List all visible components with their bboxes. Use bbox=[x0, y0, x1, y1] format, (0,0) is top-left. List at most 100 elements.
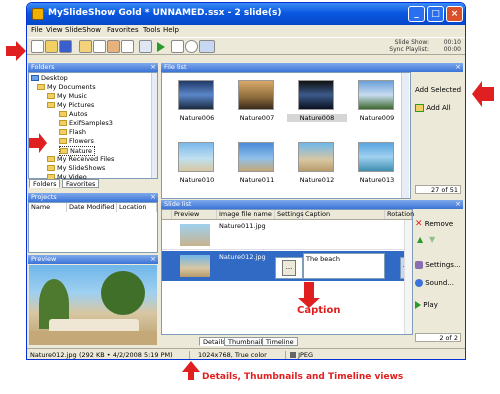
tree-item-my-documents[interactable]: My Documents bbox=[37, 83, 96, 91]
settings-icon bbox=[415, 261, 423, 269]
move-down-icon[interactable]: ▼ bbox=[429, 235, 435, 244]
thumbnail-image bbox=[178, 142, 214, 172]
thumbnail-label: Nature006 bbox=[179, 114, 215, 122]
sound-button[interactable]: Sound... bbox=[415, 279, 454, 287]
file-list-close-icon[interactable]: × bbox=[455, 63, 461, 72]
file-thumbnail[interactable]: Nature009 bbox=[347, 78, 405, 130]
slide-settings-button[interactable]: ... bbox=[282, 260, 296, 276]
file-thumbnail[interactable]: Nature006 bbox=[167, 78, 225, 130]
slide-settings-action[interactable]: Settings... bbox=[415, 261, 461, 269]
add-selected-button[interactable]: Add Selected bbox=[415, 86, 461, 94]
menu-help[interactable]: Help bbox=[163, 26, 179, 34]
file-thumbnail[interactable]: Nature008 bbox=[287, 78, 347, 130]
tree-item-flash[interactable]: Flash bbox=[59, 128, 86, 136]
open-folder-icon bbox=[60, 148, 68, 154]
file-thumbnail[interactable]: Nature007 bbox=[227, 78, 285, 130]
slide-counter: 2 of 2 bbox=[415, 333, 461, 342]
maximize-button[interactable]: □ bbox=[427, 6, 444, 22]
views-annotation: Details, Thumbnails and Timeline views bbox=[202, 372, 404, 382]
tree-item-my-pictures[interactable]: My Pictures bbox=[47, 101, 94, 109]
tree-item-my-music[interactable]: My Music bbox=[47, 92, 87, 100]
preview-close-icon[interactable]: × bbox=[150, 255, 156, 264]
folder-icon bbox=[59, 120, 67, 126]
play-icon[interactable] bbox=[157, 42, 165, 52]
tree-item-flowers[interactable]: Flowers bbox=[59, 137, 94, 145]
preview-panel: Preview × bbox=[28, 255, 158, 345]
caption-input[interactable]: The beach bbox=[303, 253, 385, 279]
slide-thumbnail bbox=[180, 224, 210, 246]
status-bar: Nature012.jpg (292 KB • 4/2/2008 5:19 PM… bbox=[27, 348, 465, 359]
add-all-button[interactable]: Add All bbox=[415, 104, 451, 112]
sound-icon bbox=[415, 279, 423, 287]
thumbnail-label: Nature011 bbox=[239, 176, 275, 184]
view-layout-icon[interactable] bbox=[199, 40, 215, 53]
status-format: JPEG bbox=[285, 351, 313, 359]
add-all-icon bbox=[415, 104, 424, 112]
timer-icon[interactable] bbox=[185, 40, 198, 53]
tree-item-my-received-files[interactable]: My Received Files bbox=[47, 155, 114, 163]
remove-button[interactable]: ✕ Remove bbox=[415, 219, 453, 229]
slide-col-caption[interactable]: Caption bbox=[303, 210, 385, 219]
slideshow-duration-value: 00:10 bbox=[443, 39, 461, 46]
properties-icon[interactable] bbox=[121, 40, 134, 53]
slide-list-scrollbar[interactable] bbox=[404, 220, 412, 334]
image-edit-icon[interactable] bbox=[107, 40, 120, 53]
thumbnail-label: Nature010 bbox=[179, 176, 215, 184]
menu-tools[interactable]: Tools bbox=[143, 26, 160, 34]
remove-x-icon: ✕ bbox=[415, 219, 423, 229]
file-thumbnail[interactable]: Nature013 bbox=[347, 140, 405, 192]
slide-list-close-icon[interactable]: × bbox=[455, 200, 461, 209]
new-icon[interactable] bbox=[31, 40, 44, 53]
annotation-arrow bbox=[182, 361, 200, 380]
file-thumbnail[interactable]: Nature012 bbox=[287, 140, 345, 192]
folder-tree-scrollbar[interactable] bbox=[151, 73, 157, 178]
projects-title: Projects bbox=[28, 193, 158, 202]
projects-col-name[interactable]: Name bbox=[29, 203, 67, 212]
status-dimensions: 1024x768, True color bbox=[189, 351, 267, 359]
menu-view[interactable]: View bbox=[46, 26, 63, 34]
save-icon[interactable] bbox=[59, 40, 72, 53]
file-thumbnail[interactable]: Nature010 bbox=[167, 140, 225, 192]
slide-list-title: Slide list bbox=[161, 200, 463, 209]
slide-col-rotation[interactable]: Rotation bbox=[385, 210, 414, 219]
tab-folders[interactable]: Folders bbox=[29, 179, 61, 188]
tree-item-autos[interactable]: Autos bbox=[59, 110, 87, 118]
folders-panel: Folders × Desktop My Documents My Music … bbox=[28, 63, 158, 190]
folder-icon bbox=[59, 138, 67, 144]
menu-favorites[interactable]: Favorites bbox=[107, 26, 139, 34]
slideshow-settings-icon[interactable] bbox=[139, 40, 152, 53]
title-bar: MySlideShow Gold * UNNAMED.ssx - 2 slide… bbox=[27, 3, 465, 25]
file-thumbnail[interactable]: Nature011 bbox=[227, 140, 285, 192]
play-button[interactable]: Play bbox=[415, 301, 438, 309]
tree-item-my-slideshows[interactable]: My SlideShows bbox=[47, 164, 105, 172]
folders-close-icon[interactable]: × bbox=[150, 63, 156, 72]
slide-col-preview[interactable]: Preview bbox=[172, 210, 217, 219]
folders-panel-title: Folders bbox=[28, 63, 158, 72]
close-button[interactable]: × bbox=[446, 6, 463, 22]
menu-slideshow[interactable]: SlideShow bbox=[65, 26, 101, 34]
toolbar: Slide Show: 00:10 Sync Playlist: 00:00 bbox=[27, 37, 465, 55]
tab-favorites[interactable]: Favorites bbox=[62, 179, 100, 188]
open-icon[interactable] bbox=[45, 40, 58, 53]
projects-col-location[interactable]: Location bbox=[117, 203, 157, 212]
window-icon[interactable] bbox=[171, 40, 184, 53]
tree-item-exifsamples3[interactable]: ExifSamples3 bbox=[59, 119, 113, 127]
move-up-icon[interactable]: ▲ bbox=[417, 235, 423, 244]
file-actions: Add Selected Add All 27 of 51 bbox=[413, 72, 463, 199]
slide-col-settings[interactable]: Settings bbox=[275, 210, 304, 219]
settings-cell: ... bbox=[275, 257, 303, 279]
slide-row-selected[interactable]: Nature012.jpg ... The beach bbox=[162, 251, 412, 281]
minimize-button[interactable]: _ bbox=[408, 6, 425, 22]
slide-actions: ✕ Remove ▲ ▼ Settings... Sound... Play 2… bbox=[415, 209, 463, 345]
projects-close-icon[interactable]: × bbox=[150, 193, 156, 202]
slide-col-file[interactable]: Image file name bbox=[217, 210, 275, 219]
add-folder-icon[interactable] bbox=[79, 40, 92, 53]
projects-col-date[interactable]: Date Modified bbox=[67, 203, 117, 212]
folder-icon bbox=[59, 129, 67, 135]
thumbnail-icon[interactable] bbox=[93, 40, 106, 53]
tree-item-desktop[interactable]: Desktop bbox=[31, 74, 68, 82]
tab-timeline[interactable]: Timeline bbox=[262, 337, 298, 346]
menu-file[interactable]: File bbox=[31, 26, 43, 34]
slide-row[interactable]: Nature011.jpg bbox=[162, 220, 412, 250]
thumbnail-image bbox=[178, 80, 214, 110]
